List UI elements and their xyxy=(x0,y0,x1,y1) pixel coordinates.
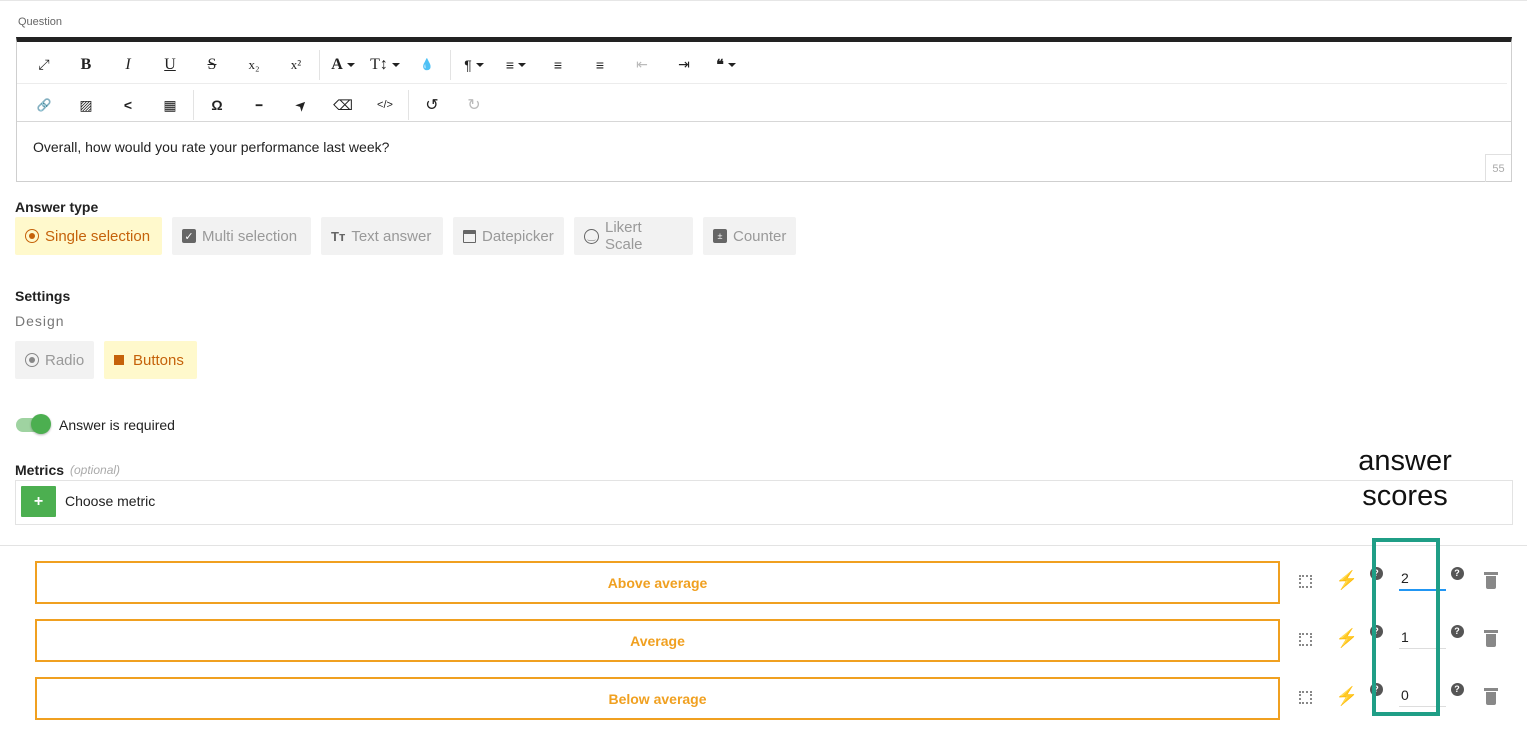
eraser-icon[interactable]: ⌫ xyxy=(322,90,364,120)
indent-icon[interactable]: ⇥ xyxy=(663,50,705,80)
table-icon[interactable]: ▦ xyxy=(149,90,191,120)
design-label: Design xyxy=(15,313,65,329)
paragraph-icon[interactable]: ¶ xyxy=(453,50,495,80)
horizontal-line-icon[interactable]: ━ xyxy=(238,90,280,120)
trash-icon[interactable] xyxy=(1484,630,1498,647)
design-buttons[interactable]: Buttons xyxy=(104,341,197,379)
font-size-icon[interactable]: T↕ xyxy=(364,50,406,80)
required-toggle[interactable] xyxy=(16,414,51,434)
code-icon[interactable]: </> xyxy=(364,90,406,120)
question-label: Question xyxy=(18,16,63,28)
answer-type-title: Answer type xyxy=(15,199,99,215)
redo-icon[interactable]: ↻ xyxy=(453,90,495,120)
subscript-icon[interactable]: x₂ xyxy=(233,50,275,80)
link-icon[interactable]: 🔗 xyxy=(23,90,65,120)
expand-icon[interactable] xyxy=(1299,575,1312,588)
editor-content-area[interactable]: Overall, how would you rate your perform… xyxy=(17,121,1511,182)
annotation-line: scores xyxy=(1362,480,1448,512)
ordered-list-icon[interactable]: ≡ xyxy=(537,50,579,80)
trash-icon[interactable] xyxy=(1484,572,1498,589)
smiley-icon: ‿ xyxy=(584,228,599,244)
italic-icon[interactable]: I xyxy=(107,50,149,80)
radio-icon xyxy=(25,229,39,243)
design-option-label: Buttons xyxy=(133,351,184,369)
outdent-icon[interactable]: ⇤ xyxy=(621,50,663,80)
answer-type-single-selection[interactable]: Single selection xyxy=(15,217,162,255)
answer-type-label: Datepicker xyxy=(482,227,554,245)
trash-icon[interactable] xyxy=(1484,688,1498,705)
font-color-icon[interactable]: A xyxy=(322,50,364,80)
expand-icon[interactable] xyxy=(1299,633,1312,646)
editor-toolbar-row-1: ⤢ B I U S x₂ x² A T↕ 💧 ¶ ≡ ≡ ≡ ⇤ ⇥ ❝ xyxy=(17,46,1507,84)
calendar-icon xyxy=(463,229,476,243)
share-icon[interactable]: < xyxy=(107,90,149,120)
answer-option[interactable]: Average xyxy=(35,619,1280,662)
help-icon[interactable]: ? xyxy=(1447,621,1467,641)
square-icon xyxy=(114,355,124,365)
metrics-title: Metrics xyxy=(15,462,65,478)
answer-type-label: Single selection xyxy=(45,227,151,245)
top-divider xyxy=(0,0,1527,2)
image-icon[interactable]: ▨ xyxy=(65,90,107,120)
radio-icon xyxy=(25,353,39,367)
bold-icon[interactable]: B xyxy=(65,50,107,80)
strikethrough-icon[interactable]: S xyxy=(191,50,233,80)
superscript-icon[interactable]: x² xyxy=(275,50,317,80)
answer-type-datepicker[interactable]: Datepicker xyxy=(453,217,564,255)
expand-icon[interactable]: ⤢ xyxy=(23,50,65,80)
counter-icon: ± xyxy=(713,229,727,243)
answer-type-label: Counter xyxy=(733,227,787,245)
answer-option[interactable]: Below average xyxy=(35,677,1280,720)
question-text[interactable]: Overall, how would you rate your perform… xyxy=(33,139,389,155)
metric-picker: + Choose metric xyxy=(15,480,1513,525)
lightning-icon[interactable]: ⚡ xyxy=(1336,628,1358,648)
help-icon[interactable]: ? xyxy=(1447,563,1467,583)
answer-option[interactable]: Above average xyxy=(35,561,1280,604)
lightning-icon[interactable]: ⚡ xyxy=(1336,570,1358,590)
toolbar-separator xyxy=(408,90,409,120)
answer-type-text-answer[interactable]: Tт Text answer xyxy=(321,217,443,255)
answer-type-label: Text answer xyxy=(351,227,432,245)
editor-toolbar-row-2: 🔗 ▨ < ▦ Ω ━ ➤ ⌫ </> ↺ ↻ xyxy=(17,86,1511,124)
text-icon: Tт xyxy=(331,228,346,244)
answer-type-counter[interactable]: ± Counter xyxy=(703,217,796,255)
add-metric-button[interactable]: + xyxy=(21,486,56,517)
unordered-list-icon[interactable]: ≡ xyxy=(579,50,621,80)
annotation-label: answer scores xyxy=(1330,444,1480,514)
toolbar-separator xyxy=(450,49,451,80)
checkbox-icon: ✓ xyxy=(182,229,196,243)
quote-icon[interactable]: ❝ xyxy=(705,50,747,80)
required-label: Answer is required xyxy=(59,417,175,433)
annotation-highlight-box xyxy=(1372,538,1440,716)
lightning-icon[interactable]: ⚡ xyxy=(1336,686,1358,706)
toggle-knob xyxy=(31,414,51,434)
section-divider xyxy=(0,545,1527,546)
help-icon[interactable]: ? xyxy=(1447,679,1467,699)
settings-title: Settings xyxy=(15,288,71,304)
choose-metric-label[interactable]: Choose metric xyxy=(65,493,155,509)
design-option-label: Radio xyxy=(45,351,85,369)
undo-icon[interactable]: ↺ xyxy=(411,90,453,120)
annotation-line: answer xyxy=(1358,445,1452,477)
question-editor: ⤢ B I U S x₂ x² A T↕ 💧 ¶ ≡ ≡ ≡ ⇤ ⇥ ❝ 🔗 ▨… xyxy=(16,37,1512,182)
omega-icon[interactable]: Ω xyxy=(196,90,238,120)
answer-type-label: Likert Scale xyxy=(605,219,643,253)
toolbar-separator xyxy=(319,49,320,80)
answer-type-label: Multi selection xyxy=(202,227,298,245)
char-count: 55 xyxy=(1485,154,1511,182)
design-radio[interactable]: Radio xyxy=(15,341,94,379)
expand-icon[interactable] xyxy=(1299,691,1312,704)
metrics-optional-hint: (optional) xyxy=(70,463,121,477)
answer-type-likert-scale[interactable]: ‿ Likert Scale xyxy=(574,217,693,255)
answer-type-multi-selection[interactable]: ✓ Multi selection xyxy=(172,217,311,255)
underline-icon[interactable]: U xyxy=(149,50,191,80)
align-icon[interactable]: ≡ xyxy=(495,50,537,80)
ink-drop-icon[interactable]: 💧 xyxy=(406,50,448,80)
toolbar-separator xyxy=(193,90,194,120)
